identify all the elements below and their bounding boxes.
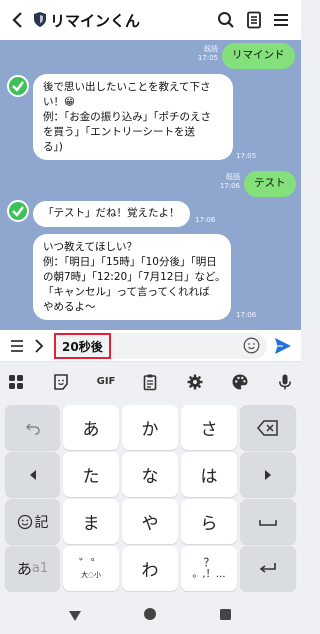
message-meta: 既読 17:06 bbox=[218, 173, 240, 191]
dakuten-label: ゛゜ bbox=[78, 556, 103, 571]
cursor-right-key[interactable] bbox=[240, 452, 296, 497]
question-label: ？ bbox=[203, 555, 215, 569]
message-meta: 既読 17:05 bbox=[192, 45, 218, 63]
chat-header: リマインくん bbox=[0, 0, 301, 40]
bot-avatar[interactable] bbox=[7, 200, 29, 222]
message-line: 後で思い出したいことを教えて下さ bbox=[43, 81, 211, 93]
microphone-icon[interactable] bbox=[276, 373, 294, 391]
message-line: 例：「明日」「15時」「10分後」「明日 bbox=[43, 256, 217, 268]
message-line: の朝7時」「12:20」「7月12日」など。 bbox=[43, 271, 226, 283]
key-ta[interactable]: た bbox=[63, 452, 119, 497]
message-line: を買う」「エントリーシートを送 bbox=[43, 126, 196, 138]
keyboard-toolbar: GIF bbox=[0, 362, 301, 400]
emoji-symbol-key[interactable]: 記 bbox=[5, 499, 60, 544]
nav-recents-icon[interactable] bbox=[219, 606, 232, 625]
emoji-icon[interactable] bbox=[243, 337, 260, 354]
message-line: やめるよ〜 bbox=[43, 301, 96, 313]
key-a[interactable]: あ bbox=[63, 405, 119, 450]
key-wa[interactable]: わ bbox=[122, 546, 178, 591]
key-ma[interactable]: ま bbox=[63, 499, 119, 544]
nav-back-icon[interactable] bbox=[68, 607, 82, 626]
message-line: 例：「お金の振り込み」「ポチのえさ bbox=[43, 111, 211, 123]
gear-icon[interactable] bbox=[186, 373, 204, 391]
message-line: 「テスト」だね！覚えたよ！ bbox=[43, 207, 180, 219]
mode-kana-label: あ bbox=[16, 560, 32, 578]
mode-alnum-label: a1 bbox=[31, 561, 49, 576]
key-ha[interactable]: は bbox=[181, 452, 237, 497]
smile-icon bbox=[17, 514, 32, 529]
undo-key[interactable] bbox=[5, 405, 60, 450]
send-icon[interactable] bbox=[274, 337, 292, 355]
incoming-message-bubble[interactable]: 「テスト」だね！覚えたよ！ bbox=[33, 201, 190, 227]
nav-home-icon[interactable] bbox=[143, 606, 157, 625]
message-input-bar: 20秒後 bbox=[0, 330, 301, 362]
incoming-message-bubble[interactable]: いつ教えてほしい？ 例：「明日」「15時」「10分後」「明日 の朝7時」「12:… bbox=[33, 234, 231, 320]
read-receipt: 既読 bbox=[204, 45, 218, 53]
palette-icon[interactable] bbox=[231, 373, 249, 391]
back-arrow-icon[interactable] bbox=[8, 9, 28, 31]
message-time: 17:06 bbox=[236, 311, 257, 319]
message-line: い！😁 bbox=[43, 96, 75, 108]
message-time: 17:05 bbox=[197, 54, 218, 62]
message-time: 17:06 bbox=[195, 216, 216, 224]
key-ya[interactable]: や bbox=[122, 499, 178, 544]
gif-button[interactable]: GIF bbox=[95, 373, 117, 391]
message-time: 17:05 bbox=[236, 152, 257, 160]
chat-title: リマインくん bbox=[50, 12, 141, 30]
incoming-message-bubble[interactable]: 後で思い出したいことを教えて下さ い！😁 例：「お金の振り込み」「ポチのえさ を… bbox=[33, 74, 233, 160]
outgoing-message-bubble[interactable]: リマインド bbox=[222, 43, 295, 69]
read-receipt: 既読 bbox=[226, 173, 240, 181]
message-line: 「キャンセル」って言ってくれれば bbox=[43, 286, 210, 298]
bot-avatar[interactable] bbox=[7, 75, 29, 97]
key-na[interactable]: な bbox=[122, 452, 178, 497]
enter-key[interactable] bbox=[240, 546, 296, 591]
sticker-icon[interactable] bbox=[52, 373, 70, 391]
chat-area[interactable]: 既読 17:05 リマインド 後で思い出したいことを教えて下さ い！😁 例：「お… bbox=[0, 40, 301, 330]
key-ka[interactable]: か bbox=[122, 405, 178, 450]
menu-icon[interactable] bbox=[10, 338, 24, 352]
punctuation-key[interactable]: ？ 。,！… bbox=[181, 546, 237, 591]
system-nav-bar bbox=[0, 594, 301, 634]
search-icon[interactable] bbox=[216, 10, 236, 30]
chevron-right-icon[interactable] bbox=[34, 338, 44, 353]
size-toggle-label: 大◌小 bbox=[80, 570, 102, 579]
apps-grid-icon[interactable] bbox=[7, 373, 25, 391]
hamburger-menu-icon[interactable] bbox=[271, 10, 291, 30]
input-highlight-box bbox=[54, 333, 111, 359]
outgoing-message-bubble[interactable]: テスト bbox=[244, 171, 296, 197]
key-sa[interactable]: さ bbox=[181, 405, 237, 450]
input-mode-key[interactable]: あ a1 bbox=[5, 546, 60, 591]
space-key[interactable] bbox=[240, 499, 296, 544]
cursor-left-key[interactable] bbox=[5, 452, 60, 497]
notes-icon[interactable] bbox=[244, 10, 264, 30]
backspace-key[interactable] bbox=[240, 405, 296, 450]
message-line: る」) bbox=[43, 141, 63, 153]
symbol-label: 記 bbox=[34, 514, 49, 531]
punctuation-label: 。,！… bbox=[192, 568, 226, 580]
message-line: いつ教えてほしい？ bbox=[43, 241, 137, 253]
dakuten-key[interactable]: ゛゜ 大◌小 bbox=[63, 546, 119, 591]
shield-icon bbox=[34, 12, 46, 27]
key-ra[interactable]: ら bbox=[181, 499, 237, 544]
message-time: 17:06 bbox=[219, 182, 240, 190]
clipboard-icon[interactable] bbox=[141, 373, 159, 391]
